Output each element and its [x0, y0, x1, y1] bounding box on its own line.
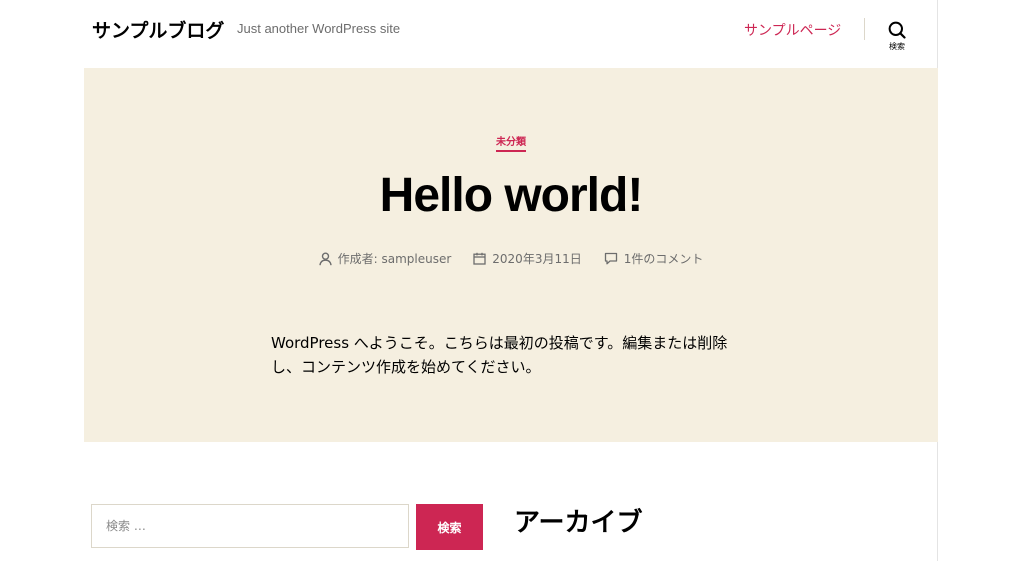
search-icon: [888, 21, 906, 39]
nav-divider: [864, 18, 865, 40]
nav-link-sample-page[interactable]: サンプルページ: [744, 20, 841, 40]
post-header: 未分類 Hello world! 作成者: sampleuser 2020年3月…: [84, 68, 938, 442]
meta-date-link[interactable]: 2020年3月11日: [492, 250, 581, 267]
site-description: Just another WordPress site: [237, 21, 401, 36]
page: サンプルブログ Just another WordPress site サンプル…: [0, 0, 1024, 561]
search-submit-button[interactable]: 検索: [416, 504, 483, 550]
meta-author-link[interactable]: 作成者: sampleuser: [338, 250, 452, 267]
search-input[interactable]: [91, 504, 409, 548]
user-icon: [318, 251, 332, 265]
meta-comments-link[interactable]: 1件のコメント: [624, 250, 704, 267]
post-paragraph: WordPress へようこそ。こちらは最初の投稿です。編集または削除し、コンテ…: [271, 334, 728, 376]
search-toggle-button[interactable]: 検索: [878, 18, 916, 58]
post-meta: 作成者: sampleuser 2020年3月11日 1件のコメント: [84, 250, 938, 267]
post-content: WordPress へようこそ。こちらは最初の投稿です。編集または削除し、コンテ…: [271, 331, 741, 379]
post-title: Hello world!: [379, 169, 644, 222]
category-link[interactable]: 未分類: [496, 137, 526, 152]
site-title[interactable]: サンプルブログ: [92, 16, 224, 43]
search-toggle-label: 検索: [889, 42, 905, 51]
calendar-icon: [473, 252, 486, 265]
meta-date: 2020年3月11日: [473, 250, 582, 267]
meta-author: 作成者: sampleuser: [318, 250, 452, 267]
meta-comments: 1件のコメント: [604, 250, 704, 267]
comment-icon: [604, 252, 617, 265]
archive-widget-title: アーカイブ: [514, 508, 643, 538]
category-list: 未分類: [84, 130, 938, 152]
